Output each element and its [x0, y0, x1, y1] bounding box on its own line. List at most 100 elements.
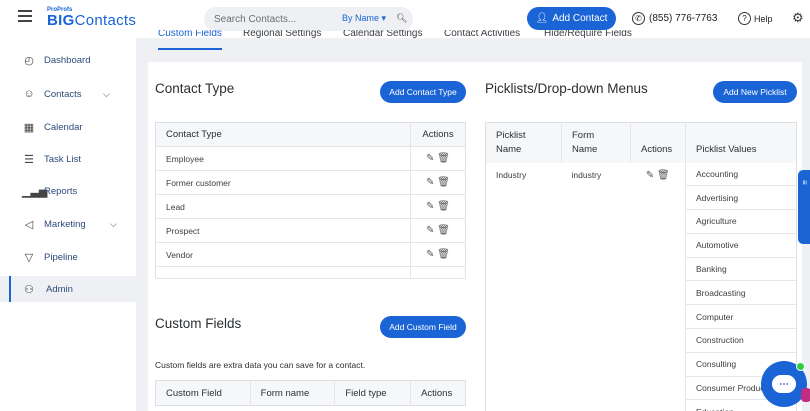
- picklist-form-name: industry: [571, 169, 602, 180]
- edit-icon[interactable]: ✎: [426, 249, 434, 260]
- trash-icon[interactable]: 🗑︎: [437, 249, 450, 260]
- sidebar-item-dashboard[interactable]: ◴ Dashboard: [0, 47, 136, 73]
- sidebar-item-contacts[interactable]: ☺ Contacts ⌵: [0, 81, 136, 107]
- sidebar-item-pipeline[interactable]: ▽ Pipeline: [0, 244, 136, 270]
- logo-product-text: BIGContacts: [47, 12, 137, 29]
- row-actions: ✎ 🗑︎: [410, 194, 466, 219]
- add-new-picklist-button[interactable]: Add New Picklist: [713, 81, 797, 103]
- edit-icon[interactable]: ✎: [646, 170, 654, 181]
- help-link[interactable]: ? Help: [738, 12, 773, 25]
- contact-type-name: Lead: [155, 194, 411, 219]
- picklists-title: Picklists/Drop-down Menus: [485, 81, 648, 96]
- custom-fields-description: Custom fields are extra data you can sav…: [155, 360, 366, 370]
- sidebar-item-label: Admin: [46, 283, 73, 295]
- row-actions: ✎ 🗑︎: [410, 218, 466, 243]
- column-header-field-type: Field type: [334, 380, 411, 406]
- list-item: Agriculture: [686, 210, 796, 234]
- hamburger-menu-icon[interactable]: [18, 10, 32, 22]
- row-actions: ✎ 🗑︎: [410, 170, 466, 195]
- column-header-actions: Actions: [410, 380, 466, 406]
- table-row: Employee ✎ 🗑︎: [155, 146, 466, 171]
- edit-icon[interactable]: ✎: [426, 201, 434, 212]
- column-header-form-name: Form name: [249, 380, 335, 406]
- sidebar: ◴ Dashboard ☺ Contacts ⌵ ▦ Calendar ☰ Ta…: [0, 38, 136, 411]
- task-list-icon: ☰: [24, 153, 34, 166]
- tab-regional-settings[interactable]: Regional Settings: [243, 30, 321, 50]
- sidebar-item-task-list[interactable]: ☰ Task List: [0, 146, 136, 172]
- table-row: Lead ✎ 🗑︎: [155, 194, 466, 219]
- edit-icon[interactable]: ✎: [426, 177, 434, 188]
- marketing-icon: ◁: [24, 218, 34, 231]
- search-by-dropdown[interactable]: By Name ▾: [342, 13, 386, 24]
- tab-calendar-settings[interactable]: Calendar Settings: [343, 30, 423, 50]
- picklists-table: Picklist Name Form Name Actions Picklist…: [485, 122, 797, 411]
- online-status-dot: [796, 362, 805, 371]
- search-input[interactable]: [214, 11, 334, 27]
- search-icon[interactable]: 🔍︎: [396, 13, 407, 24]
- edit-icon[interactable]: ✎: [426, 153, 434, 164]
- row-actions: ✎ 🗑︎: [410, 146, 466, 171]
- list-item: Accounting: [686, 163, 796, 187]
- add-contact-type-button[interactable]: Add Contact Type: [380, 81, 466, 103]
- column-header-form-name: Form Name: [561, 122, 631, 163]
- dashboard-icon: ◴: [24, 54, 34, 67]
- contact-type-name: Employee: [155, 146, 411, 171]
- chevron-down-icon[interactable]: ⌵: [110, 219, 117, 230]
- sidebar-item-marketing[interactable]: ◁ Marketing ⌵: [0, 211, 136, 237]
- feedback-icon: ≡: [800, 180, 809, 185]
- custom-fields-title: Custom Fields: [155, 316, 242, 331]
- app-logo[interactable]: ProProfs BIGContacts: [47, 7, 136, 29]
- column-header-custom-field: Custom Field: [155, 380, 251, 406]
- table-header-row: Picklist Name Form Name Actions Picklist…: [485, 122, 797, 163]
- table-row: Prospect ✎ 🗑︎: [155, 218, 466, 243]
- help-icon: ?: [738, 12, 751, 25]
- tab-contact-activities[interactable]: Contact Activities: [444, 30, 520, 50]
- feedback-tab[interactable]: ≡: [798, 170, 810, 244]
- contact-type-title: Contact Type: [155, 81, 235, 96]
- picklist-name: Industry: [496, 169, 527, 180]
- trash-icon[interactable]: 🗑︎: [437, 153, 450, 164]
- edit-icon[interactable]: ✎: [426, 225, 434, 236]
- gear-icon[interactable]: ⚙: [792, 10, 804, 26]
- sidebar-item-label: Task List: [44, 153, 81, 165]
- sidebar-item-label: Pipeline: [44, 251, 78, 263]
- table-row: Industry industry ✎ 🗑︎ Accounting Advert…: [486, 162, 797, 411]
- sidebar-item-label: Marketing: [44, 218, 86, 230]
- trash-icon[interactable]: 🗑︎: [437, 225, 450, 236]
- sidebar-item-calendar[interactable]: ▦ Calendar: [0, 114, 136, 140]
- sidebar-item-label: Reports: [44, 185, 78, 197]
- table-header-row: Custom Field Form name Field type Action…: [155, 380, 466, 406]
- phone-icon: ✆: [632, 12, 645, 25]
- list-item: Banking: [686, 258, 796, 282]
- custom-fields-table: Custom Field Form name Field type Action…: [155, 380, 466, 406]
- contact-type-name: Former customer: [155, 170, 411, 195]
- tab-custom-fields[interactable]: Custom Fields: [158, 30, 222, 50]
- list-item: Computer: [686, 305, 796, 330]
- add-custom-field-button[interactable]: Add Custom Field: [380, 316, 466, 338]
- column-header-actions: Actions: [410, 122, 466, 147]
- row-actions: ✎ 🗑︎: [631, 163, 686, 411]
- sidebar-item-reports[interactable]: ▁▃▅ Reports: [0, 178, 136, 204]
- column-header-contact-type: Contact Type: [155, 122, 411, 147]
- chevron-down-icon[interactable]: ⌵: [103, 89, 110, 100]
- list-item: Construction: [686, 329, 796, 353]
- column-header-picklist-values: Picklist Values: [685, 122, 797, 163]
- column-header-actions: Actions: [630, 122, 686, 163]
- phone-number[interactable]: ✆ (855) 776-7763: [632, 12, 717, 25]
- trash-icon[interactable]: 🗑︎: [657, 170, 670, 181]
- sidebar-item-admin[interactable]: ⚇ Admin: [0, 276, 136, 302]
- calendar-icon: ▦: [23, 121, 35, 134]
- add-contact-label: Add Contact: [552, 13, 608, 24]
- list-item: Automotive: [686, 234, 796, 258]
- add-contact-button[interactable]: 👤︎ Add Contact: [527, 7, 616, 30]
- chat-icon: ⋯: [772, 375, 796, 393]
- tab-hide-require-fields[interactable]: Hide/Require Fields: [544, 30, 632, 50]
- trash-icon[interactable]: 🗑︎: [437, 177, 450, 188]
- reports-icon: ▁▃▅: [22, 185, 48, 198]
- chat-notification-badge: [801, 388, 810, 402]
- list-item: Advertising: [686, 186, 796, 211]
- table-spacer-row: [155, 266, 466, 279]
- main-panel: Contact Type Add Contact Type Contact Ty…: [148, 62, 802, 411]
- trash-icon[interactable]: 🗑︎: [437, 201, 450, 212]
- contact-type-name: Vendor: [155, 242, 411, 267]
